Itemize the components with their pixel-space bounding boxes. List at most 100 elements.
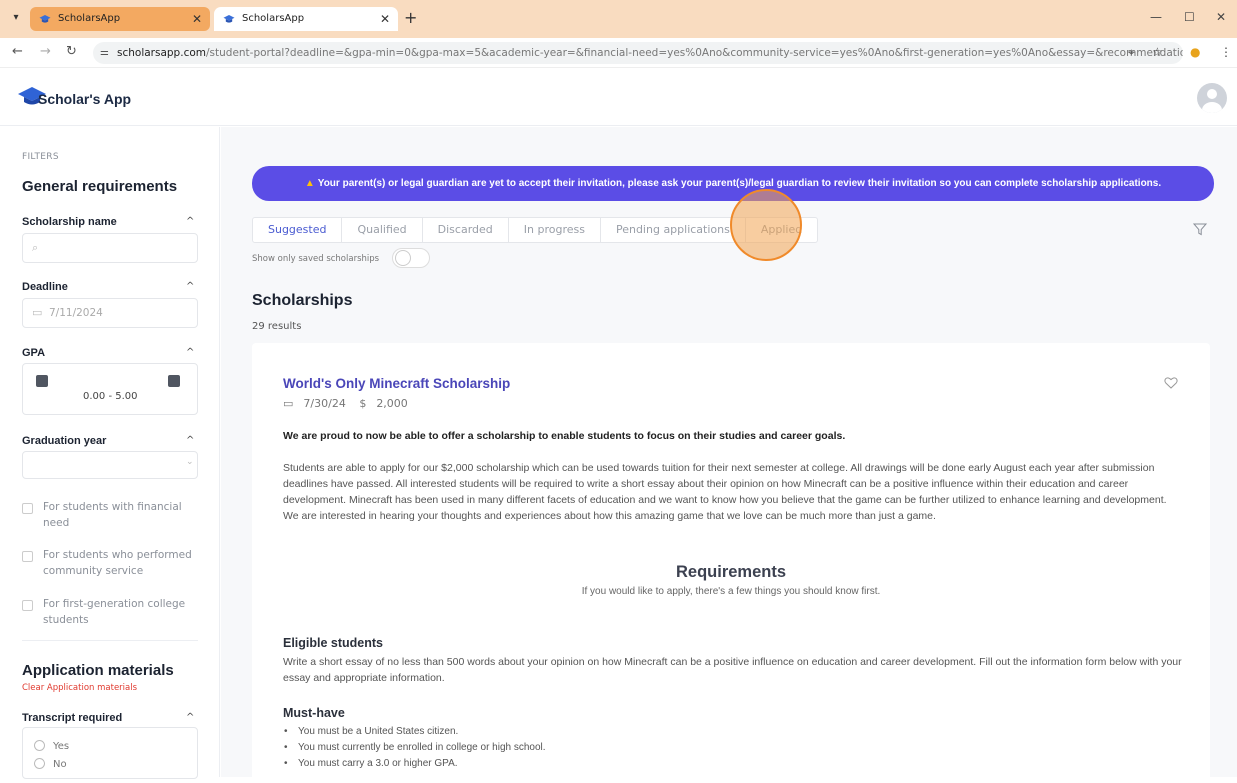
deadline-value: 7/11/2024 <box>49 307 103 319</box>
requirements-heading: Requirements <box>675 563 787 581</box>
requirements-subtitle: If you would like to apply, there's a fe… <box>581 586 881 597</box>
browser-tab-bar: ▾ ScholarsApp ✕ ScholarsApp ✕ + — ☐ ✕ <box>0 0 1237 38</box>
gpa-label: GPA <box>22 347 46 359</box>
results-count: 29 results <box>252 321 302 332</box>
bookmark-star-icon[interactable]: ☆ <box>1152 45 1163 59</box>
scholarship-name-input[interactable]: ⌕ <box>22 233 198 263</box>
transcript-yes-option[interactable]: Yes <box>34 740 69 752</box>
chevron-up-icon[interactable]: ^ <box>186 216 194 227</box>
minimize-window-icon[interactable]: — <box>1150 10 1162 24</box>
tab-discarded[interactable]: Discarded <box>423 218 509 242</box>
filters-sidebar: FILTERS General requirements Scholarship… <box>0 127 220 779</box>
scholarship-name-label: Scholarship name <box>22 216 117 228</box>
calendar-icon: ▭ <box>32 306 43 319</box>
gpa-range-slider[interactable]: 0.00 - 5.00 <box>22 363 198 415</box>
tab-in-progress[interactable]: In progress <box>509 218 601 242</box>
deadline-label: Deadline <box>22 281 68 293</box>
maximize-window-icon[interactable]: ☐ <box>1184 10 1195 24</box>
scholarsapp-favicon-icon <box>39 15 51 23</box>
deadline-input[interactable]: ▭ 7/11/2024 <box>22 298 198 328</box>
graduation-year-label: Graduation year <box>22 435 107 447</box>
main-content: ▲ Your parent(s) or legal guardian are ye… <box>221 127 1237 783</box>
scholarship-card: World's Only Minecraft Scholarship ▭ 7/30… <box>252 343 1210 783</box>
scholarsapp-favicon-icon <box>223 15 235 23</box>
chevron-up-icon[interactable]: ^ <box>186 712 194 723</box>
tab-suggested[interactable]: Suggested <box>253 218 343 242</box>
browser-toolbar: ← → ↻ ⚌ scholarsapp.com/student-portal?d… <box>0 38 1237 68</box>
saved-toggle-row: Show only saved scholarships <box>252 248 430 268</box>
clear-application-materials-link[interactable]: Clear Application materials <box>22 683 137 693</box>
url-host: scholarsapp.com <box>117 47 206 59</box>
gpa-min-handle[interactable] <box>36 375 48 387</box>
heart-save-icon[interactable] <box>1164 376 1178 390</box>
gpa-max-handle[interactable] <box>168 375 180 387</box>
first-generation-checkbox[interactable] <box>22 600 33 611</box>
back-arrow-icon[interactable]: ← <box>12 44 23 59</box>
radio-yes[interactable] <box>34 740 45 751</box>
browser-tab-1[interactable]: ScholarsApp ✕ <box>30 7 210 31</box>
saved-scholarships-toggle[interactable] <box>392 248 430 268</box>
banner-text: Your parent(s) or legal guardian are yet… <box>317 178 1162 189</box>
browser-tab-title: ScholarsApp <box>242 13 305 24</box>
divider <box>22 640 198 641</box>
site-settings-icon[interactable]: ⚌ <box>100 42 109 64</box>
browser-menu-icon[interactable]: ⋮ <box>1220 45 1232 59</box>
gpa-range-value: 0.00 - 5.00 <box>83 391 138 402</box>
transcript-no-option[interactable]: No <box>34 758 67 770</box>
scholarships-heading: Scholarships <box>252 292 353 309</box>
profile-icon[interactable]: ● <box>1190 45 1200 59</box>
filter-funnel-icon[interactable] <box>1193 222 1207 236</box>
location-pin-icon[interactable]: ⌖ <box>1128 45 1135 60</box>
guardian-warning-banner: ▲ Your parent(s) or legal guardian are ye… <box>252 166 1214 201</box>
new-tab-plus-icon[interactable]: + <box>404 8 417 27</box>
scholarship-description: Students are able to apply for our $2,00… <box>283 462 1167 522</box>
financial-need-label: For students with financial need <box>43 501 182 529</box>
tab-qualified[interactable]: Qualified <box>342 218 423 242</box>
reload-icon[interactable]: ↻ <box>66 44 77 59</box>
radio-no[interactable] <box>34 758 45 769</box>
community-service-checkbox[interactable] <box>22 551 33 562</box>
tab-pending-applications[interactable]: Pending applications <box>601 218 746 242</box>
chevron-up-icon[interactable]: ^ <box>186 435 194 446</box>
browser-tab-title: ScholarsApp <box>58 13 121 24</box>
eligible-students-text: Write a short essay of no less than 500 … <box>283 656 1182 684</box>
financial-need-checkbox[interactable] <box>22 503 33 514</box>
browser-tab-2[interactable]: ScholarsApp ✕ <box>214 7 398 31</box>
community-service-label: For students who performed community ser… <box>43 549 192 577</box>
must-have-item: You must be a United States citizen. <box>284 726 458 737</box>
chevron-up-icon[interactable]: ^ <box>186 347 194 358</box>
dollar-icon: $ <box>359 397 367 410</box>
must-have-item: You must currently be enrolled in colleg… <box>284 742 546 753</box>
search-icon: ⌕ <box>32 241 39 254</box>
app-header: Scholar's App <box>0 68 1237 126</box>
filters-label: FILTERS <box>22 152 59 162</box>
application-materials-title: Application materials <box>22 662 174 679</box>
user-avatar[interactable] <box>1197 83 1227 113</box>
app-logo-text[interactable]: Scholar's App <box>38 91 131 107</box>
chevron-up-icon[interactable]: ^ <box>186 281 194 292</box>
general-requirements-title: General requirements <box>22 178 178 195</box>
saved-toggle-label: Show only saved scholarships <box>252 254 380 264</box>
graduation-year-select[interactable]: ⌄ <box>22 451 198 479</box>
scholarship-deadline: 7/30/24 <box>303 397 346 410</box>
must-have-heading: Must-have <box>283 706 345 720</box>
scholarship-lead: We are proud to now be able to offer a s… <box>283 430 846 442</box>
close-tab-icon[interactable]: ✕ <box>380 7 390 31</box>
scholarship-title-link[interactable]: World's Only Minecraft Scholarship <box>283 376 510 391</box>
warning-icon: ▲ <box>304 178 315 189</box>
must-have-item: You must carry a 3.0 or higher GPA. <box>284 758 457 769</box>
close-window-icon[interactable]: ✕ <box>1216 10 1226 24</box>
transcript-required-label: Transcript required <box>22 712 123 724</box>
eligible-students-heading: Eligible students <box>283 636 384 650</box>
scholarship-amount: 2,000 <box>376 397 408 410</box>
calendar-icon: ▭ <box>283 397 294 410</box>
transcript-options-box <box>22 727 198 779</box>
first-generation-label: For first-generation college students <box>43 598 186 626</box>
radio-yes-label: Yes <box>53 741 70 752</box>
forward-arrow-icon[interactable]: → <box>40 44 51 59</box>
radio-no-label: No <box>53 759 67 770</box>
scholarship-meta: ▭ 7/30/24 $2,000 <box>283 397 418 410</box>
tab-search-icon[interactable]: ▾ <box>8 10 24 26</box>
address-bar-input[interactable]: ⚌ scholarsapp.com/student-portal?deadlin… <box>93 42 1183 64</box>
close-tab-icon[interactable]: ✕ <box>192 7 202 31</box>
